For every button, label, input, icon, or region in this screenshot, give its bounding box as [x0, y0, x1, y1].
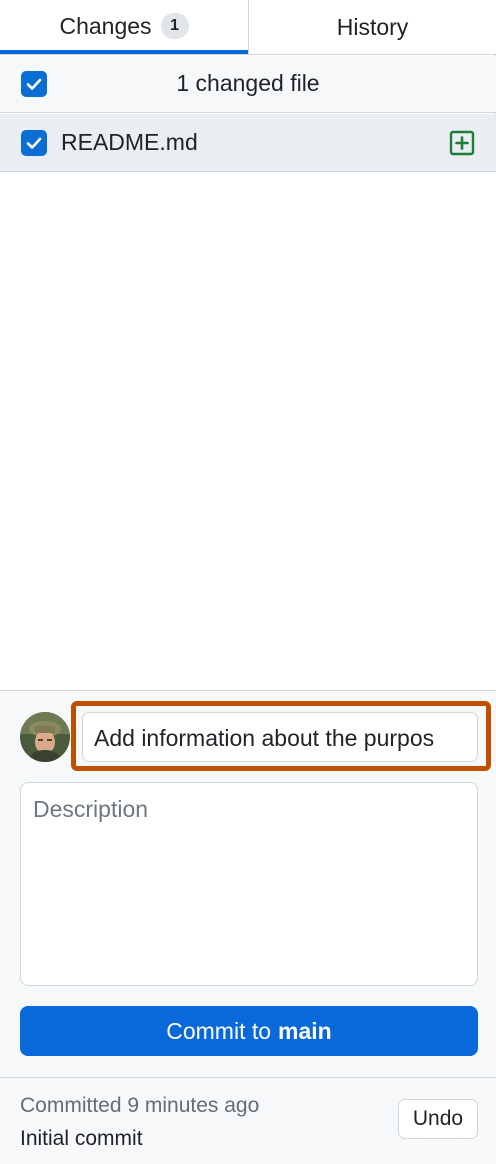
commit-button[interactable]: Commit to main — [20, 1006, 478, 1056]
changes-panel: Changes 1 History 1 changed file README.… — [0, 0, 496, 1164]
file-added-icon — [449, 130, 475, 156]
last-commit-summary: Committed 9 minutes ago Initial commit U… — [0, 1077, 496, 1164]
avatar — [20, 712, 70, 762]
tab-changes-label: Changes — [59, 12, 152, 39]
file-list-empty-space — [0, 172, 496, 690]
undo-button[interactable]: Undo — [398, 1099, 478, 1139]
description-placeholder: Description — [33, 796, 149, 822]
commit-branch-name: main — [278, 1017, 332, 1044]
commit-description-field[interactable]: Description — [20, 782, 478, 986]
commit-button-label: Commit to — [166, 1017, 272, 1044]
tab-bar: Changes 1 History — [0, 0, 496, 55]
commit-summary-input[interactable]: Add information about the purpos — [82, 712, 478, 762]
changed-files-count: 1 changed file — [176, 70, 320, 96]
file-include-checkbox[interactable] — [21, 130, 47, 156]
tab-history-label: History — [336, 13, 409, 40]
changes-list-header: 1 changed file — [0, 56, 496, 113]
changes-count-badge: 1 — [160, 13, 189, 39]
tab-history[interactable]: History — [248, 0, 496, 54]
commit-summary-value: Add information about the purpos — [94, 725, 435, 751]
file-list-item[interactable]: README.md — [0, 114, 496, 172]
last-commit-time: Committed 9 minutes ago — [20, 1094, 260, 1117]
last-commit-title: Initial commit — [20, 1127, 143, 1150]
checkmark-icon — [26, 137, 42, 149]
file-name: README.md — [61, 129, 198, 155]
tab-changes[interactable]: Changes 1 — [0, 0, 248, 54]
